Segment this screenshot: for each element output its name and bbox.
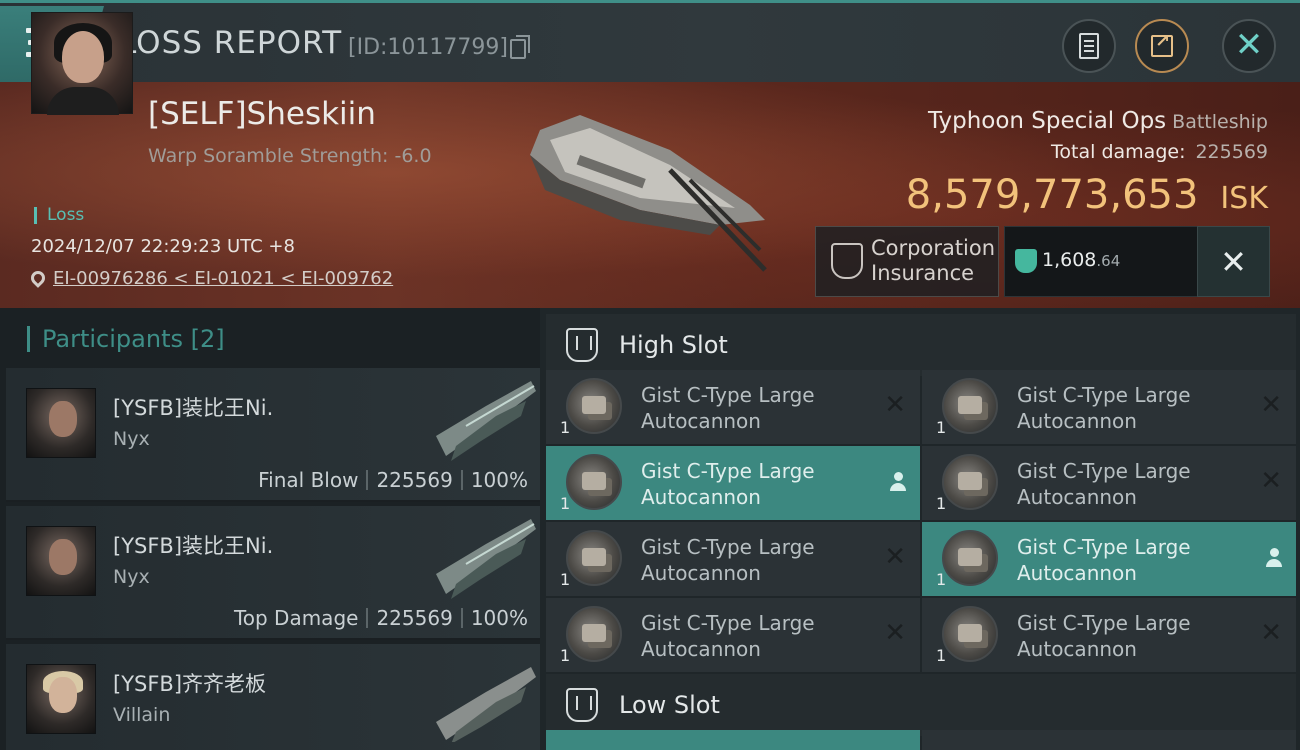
destroyed-x-icon: ✕ (1260, 390, 1282, 420)
insurance-value: 1,608.64 (1004, 226, 1198, 297)
module-item[interactable]: 1 Gist C-Type Large Autocannon ✕ (546, 370, 920, 444)
warp-scramble-strength: Warp Soramble Strength: -6.0 (148, 145, 432, 167)
participants-panel[interactable]: Participants [2] [YSFB]装比王Ni. Nyx Final … (0, 308, 540, 750)
close-icon: ✕ (1234, 24, 1264, 65)
share-button[interactable] (1135, 19, 1189, 73)
loss-tag: Loss (34, 207, 84, 224)
module-item[interactable]: 1 Gist C-Type Large Autocannon ✕ (922, 598, 1296, 672)
avatar (26, 664, 96, 734)
participant-card[interactable]: [YSFB]装比王Ni. Nyx Final Blow 225569 100% (6, 368, 540, 502)
autocannon-icon (942, 530, 998, 586)
location-pin-icon (28, 268, 48, 288)
victim-name[interactable]: [SELF]Sheskiin (148, 96, 376, 132)
insurance-shield-icon (831, 243, 863, 279)
destroyed-x-icon: ✕ (1260, 466, 1282, 496)
autocannon-icon (942, 606, 998, 662)
participant-ship: Villain (113, 704, 171, 726)
avatar (26, 388, 96, 458)
participant-ship: Nyx (113, 428, 150, 450)
low-slot-icon (566, 688, 598, 722)
module-item[interactable]: 1 Gist C-Type Large Autocannon ✕ (546, 598, 920, 672)
loss-location[interactable]: EI-00976286 < EI-01021 < EI-009762 (28, 268, 393, 289)
destroyed-x-icon: ✕ (884, 542, 906, 572)
participant-stats: Final Blow 225569 100% (258, 468, 528, 492)
isk-value: 8,579,773,653 ISK (905, 172, 1268, 218)
ship-type[interactable]: Typhoon Special Ops Battleship (928, 108, 1268, 134)
module-item[interactable]: 1 Gist C-Type Large Autocannon ✕ (922, 370, 1296, 444)
destroyed-x-icon: ✕ (1260, 618, 1282, 648)
close-button[interactable]: ✕ (1222, 19, 1276, 73)
module-item[interactable] (922, 730, 1296, 750)
dropped-user-icon (890, 472, 906, 492)
module-item[interactable]: 1 Gist C-Type Large Autocannon (546, 446, 920, 520)
module-item[interactable] (546, 730, 920, 750)
participants-header: Participants [2] (27, 326, 225, 352)
module-item[interactable]: 1 Gist C-Type Large Autocannon ✕ (922, 446, 1296, 520)
autocannon-icon (942, 378, 998, 434)
avatar (26, 526, 96, 596)
module-item[interactable]: 1 Gist C-Type Large Autocannon (922, 522, 1296, 596)
participant-card[interactable]: [YSFB]齐齐老板 Villain (6, 644, 540, 750)
destroyed-x-icon: ✕ (884, 618, 906, 648)
participant-name: [YSFB]装比王Ni. (113, 534, 274, 558)
participant-ship-image (436, 667, 536, 742)
participant-ship-image (436, 381, 536, 461)
participant-card[interactable]: [YSFB]装比王Ni. Nyx Top Damage 225569 100% (6, 506, 540, 640)
victim-portrait[interactable] (31, 12, 133, 115)
corporation-insurance[interactable]: Corporation Insurance (815, 226, 999, 297)
page-title: LOSS REPORT (119, 25, 343, 61)
participant-name: [YSFB]装比王Ni. (113, 396, 274, 420)
high-slot-icon (566, 328, 598, 362)
total-damage: Total damage: 225569 (1051, 141, 1268, 163)
top-bar: LOSS REPORT [ID:10117799] ✕ (0, 0, 1300, 82)
low-slot-header: Low Slot (546, 674, 1296, 736)
destroyed-x-icon: ✕ (884, 390, 906, 420)
wrench-icon: ✕ (1220, 242, 1247, 281)
autocannon-icon (566, 454, 622, 510)
module-item[interactable]: 1 Gist C-Type Large Autocannon ✕ (546, 522, 920, 596)
high-slot-header: High Slot (546, 314, 1296, 376)
autocannon-icon (566, 606, 622, 662)
clipboard-icon (1079, 33, 1099, 59)
loss-datetime: 2024/12/07 22:29:23 UTC +8 (31, 236, 295, 257)
corp-badge-icon (1015, 249, 1037, 273)
participant-name: [YSFB]齐齐老板 (113, 672, 267, 696)
copy-icon[interactable] (510, 35, 530, 59)
dropped-user-icon (1266, 548, 1282, 568)
report-id: [ID:10117799] (348, 35, 508, 60)
participant-stats: Top Damage 225569 100% (233, 606, 528, 630)
clipboard-button[interactable] (1062, 19, 1116, 73)
participant-ship-image (436, 519, 536, 599)
ship-class: Battleship (1172, 111, 1268, 133)
fitting-button[interactable]: ✕ (1197, 226, 1270, 297)
participant-ship: Nyx (113, 566, 150, 588)
fitting-slots[interactable]: High Slot 1 Gist C-Type Large Autocannon … (540, 308, 1300, 750)
share-icon (1151, 31, 1173, 57)
autocannon-icon (566, 530, 622, 586)
autocannon-icon (566, 378, 622, 434)
autocannon-icon (942, 454, 998, 510)
victim-ship-image (530, 115, 767, 272)
